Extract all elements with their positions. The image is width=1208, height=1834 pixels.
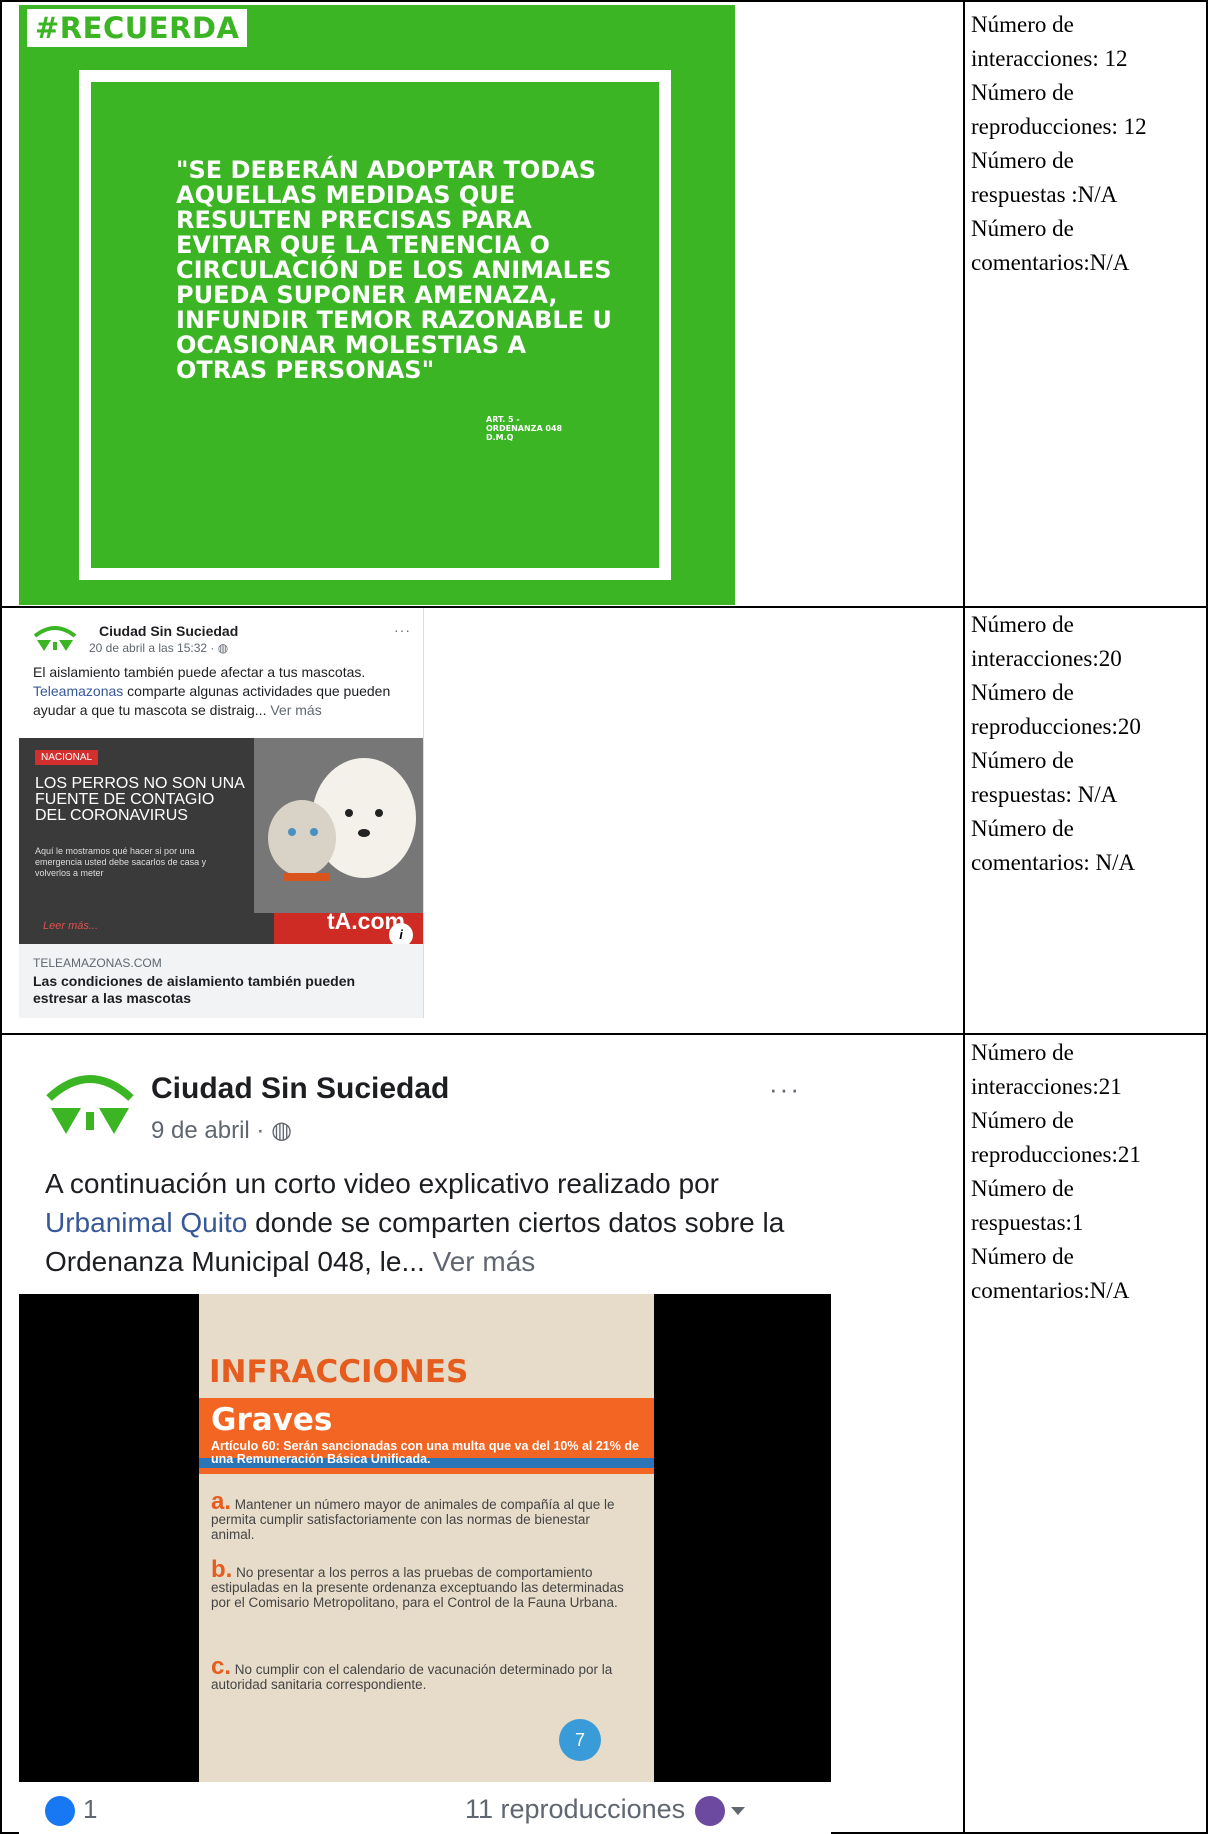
hashtag-label: #RECUERDA (27, 9, 248, 47)
post-text: El aislamiento también puede afectar a t… (33, 663, 423, 720)
slide-article: Artículo 60: Serán sancionadas con una m… (211, 1439, 639, 1466)
poster-source: ART. 5 - ORDENANZA 048 D.M.Q (486, 415, 563, 442)
mention-link[interactable]: Urbanimal Quito (45, 1207, 247, 1238)
stat-line: Número de (971, 1040, 1074, 1065)
stat-line: Número de (971, 1176, 1074, 1201)
see-more-link[interactable]: Ver más (433, 1246, 536, 1277)
slide-item: b. No presentar a los perros a las prueb… (211, 1558, 631, 1611)
column-divider (963, 0, 965, 1834)
row-divider-2 (0, 1033, 1208, 1035)
facebook-post-teleamazonas: Ciudad Sin Suciedad 20 de abril a las 15… (19, 608, 424, 1018)
globe-icon: ◍ (217, 641, 229, 655)
user-avatar[interactable] (695, 1795, 726, 1826)
paw-badge: 7 (559, 1719, 601, 1761)
item-text: No presentar a los perros a las pruebas … (211, 1565, 624, 1610)
stat-line: reproducciones:21 (971, 1142, 1141, 1167)
globe-icon: ◍ (271, 1117, 293, 1144)
recuerda-poster: #RECUERDA "SE DEBERÁN ADOPTAR TODAS AQUE… (19, 5, 735, 605)
more-options-button[interactable]: ··· (394, 622, 411, 638)
stat-line: Número de (971, 612, 1074, 637)
item-text: Mantener un número mayor de animales de … (211, 1497, 615, 1542)
stat-line: Número de (971, 748, 1074, 773)
table-border-top (0, 0, 1208, 2)
stat-line: Número de (971, 1244, 1074, 1269)
mention-link[interactable]: Teleamazonas (33, 683, 123, 699)
item-text: No cumplir con el calendario de vacunaci… (211, 1662, 613, 1692)
cat-and-dog-photo (254, 738, 423, 913)
slide-item: a. Mantener un número mayor de animales … (211, 1490, 631, 1543)
post-date-text: 9 de abril · (151, 1117, 265, 1144)
stats-row-2: Número de interacciones:20 Número de rep… (971, 608, 1203, 880)
link-title[interactable]: Las condiciones de aislamiento también p… (33, 973, 413, 1007)
stat-line: Número de (971, 1108, 1074, 1133)
page-name-link[interactable]: Ciudad Sin Suciedad (99, 623, 238, 639)
info-icon[interactable]: i (389, 923, 413, 944)
post-text-part: A continuación un corto video explicativ… (45, 1168, 719, 1199)
stat-line: reproducciones:20 (971, 714, 1141, 739)
stats-row-1: Número de interacciones: 12 Número de re… (971, 8, 1203, 280)
stats-row-3: Número de interacciones:21 Número de rep… (971, 1036, 1203, 1308)
item-letter: b. (211, 1556, 233, 1583)
item-letter: c. (211, 1653, 232, 1680)
likes-count[interactable]: 1 (45, 1794, 98, 1827)
see-more-link[interactable]: Ver más (270, 702, 321, 718)
news-subtitle: Aquí le mostramos qué hacer si por una e… (35, 846, 207, 878)
slide-subtitle: Graves (211, 1402, 333, 1438)
page-avatar-icon[interactable] (33, 622, 77, 652)
item-letter: a. (211, 1488, 232, 1515)
stat-line: respuestas :N/A (971, 182, 1118, 207)
stat-line: Número de (971, 148, 1074, 173)
stat-line: comentarios:N/A (971, 1278, 1130, 1303)
slide-item: c. No cumplir con el calendario de vacun… (211, 1655, 631, 1693)
link-domain: TELEAMAZONAS.COM (33, 956, 162, 970)
news-headline: LOS PERROS NO SON UNA FUENTE DE CONTAGIO… (35, 775, 244, 824)
page-avatar-icon[interactable] (45, 1066, 135, 1136)
thumbs-up-icon (45, 1796, 75, 1827)
views-text: 11 reproducciones (465, 1794, 686, 1824)
stat-line: Número de (971, 816, 1074, 841)
link-preview-image[interactable]: NACIONAL LOS PERROS NO SON UNA FUENTE DE… (19, 738, 423, 944)
stat-line: interacciones: 12 (971, 46, 1128, 71)
slide-title: INFRACCIONES (209, 1354, 469, 1390)
stat-line: Número de (971, 216, 1074, 241)
video-player[interactable]: INFRACCIONES Graves Artículo 60: Serán s… (19, 1294, 831, 1782)
table-border-left (0, 0, 2, 1834)
post-text: A continuación un corto video explicativ… (45, 1164, 825, 1281)
post-text-part: El aislamiento también puede afectar a t… (33, 664, 366, 680)
stat-line: respuestas: N/A (971, 782, 1118, 807)
stat-line: interacciones:21 (971, 1074, 1122, 1099)
more-options-button[interactable]: ··· (769, 1074, 801, 1105)
caret-down-icon[interactable] (731, 1806, 746, 1815)
stat-line: Número de (971, 80, 1074, 105)
likes-number: 1 (83, 1794, 98, 1824)
stat-line: comentarios: N/A (971, 850, 1136, 875)
news-category-tag: NACIONAL (35, 750, 99, 765)
facebook-post-urbanimal: Ciudad Sin Suciedad 9 de abril · ◍ ··· A… (19, 1036, 831, 1834)
stat-line: comentarios:N/A (971, 250, 1130, 275)
news-read-more: Leer más... (43, 920, 99, 932)
stat-line: Número de (971, 12, 1074, 37)
stat-line: Número de (971, 680, 1074, 705)
stat-line: interacciones:20 (971, 646, 1122, 671)
poster-quote: "SE DEBERÁN ADOPTAR TODAS AQUELLAS MEDID… (176, 156, 612, 384)
stat-line: reproducciones: 12 (971, 114, 1147, 139)
post-date-text: 20 de abril a las 15:32 · (89, 641, 215, 655)
page-name-link[interactable]: Ciudad Sin Suciedad (151, 1072, 449, 1106)
post-date[interactable]: 20 de abril a las 15:32 · ◍ (89, 641, 228, 655)
post-date[interactable]: 9 de abril · ◍ (151, 1116, 292, 1145)
stat-line: respuestas:1 (971, 1210, 1084, 1235)
video-frame-slide: INFRACCIONES Graves Artículo 60: Serán s… (199, 1294, 654, 1782)
views-count: 11 reproducciones (465, 1794, 746, 1826)
